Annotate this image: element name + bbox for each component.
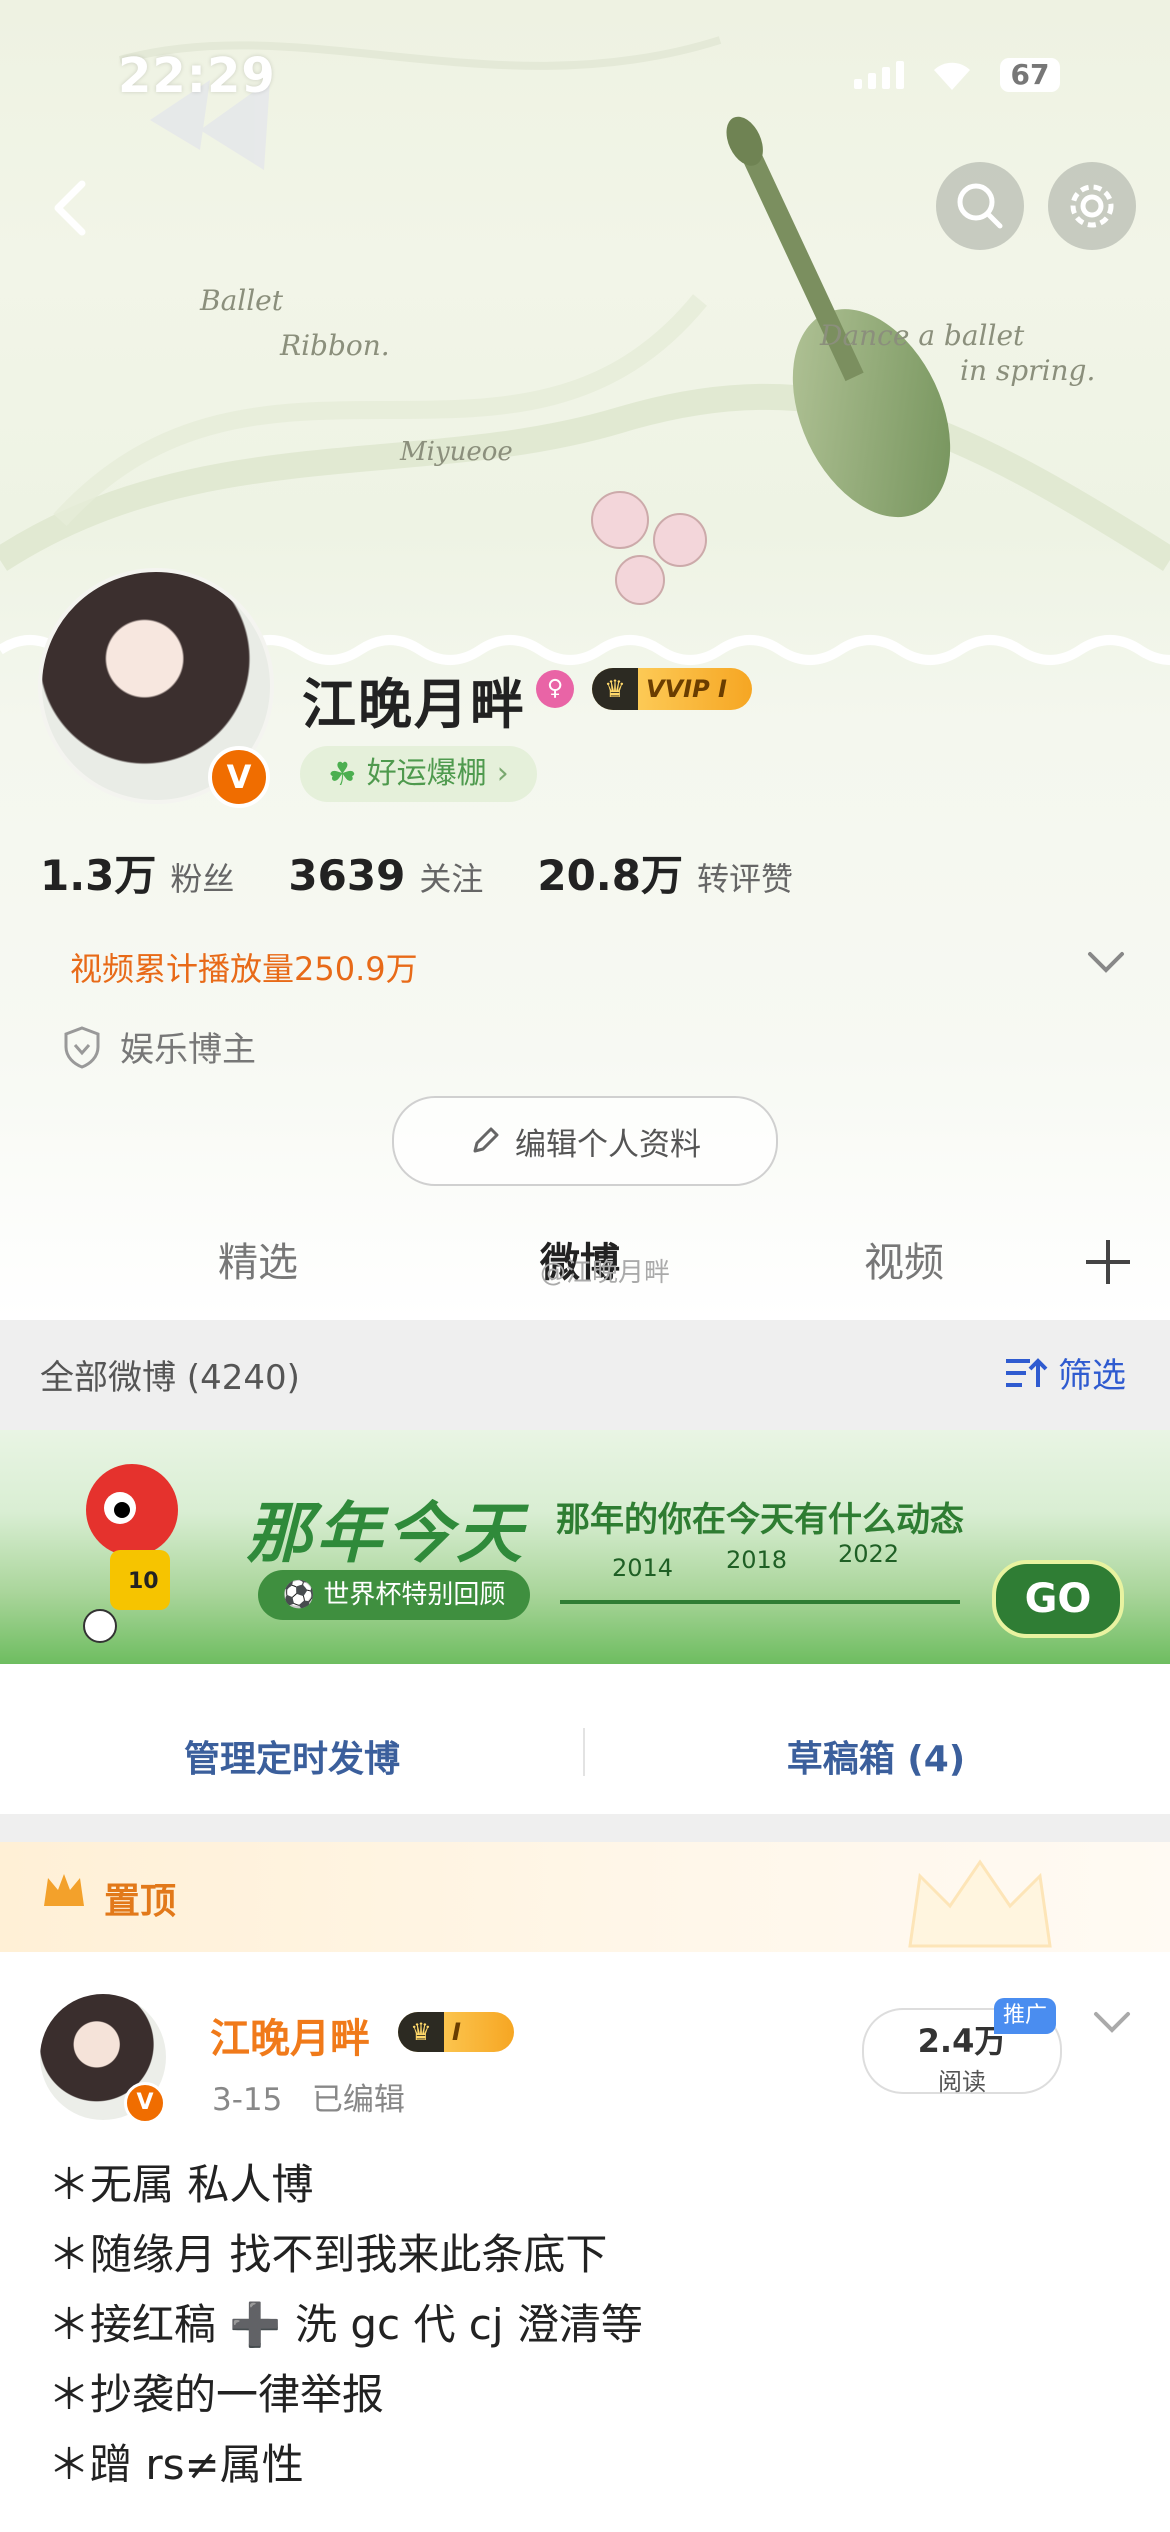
wifi-icon bbox=[934, 62, 970, 90]
post-meta: 3-15 已编辑 bbox=[212, 2074, 405, 2119]
chevron-right-icon: › bbox=[496, 756, 509, 791]
female-gender-icon: ♀ bbox=[536, 670, 574, 708]
year-label: 2022 bbox=[838, 1540, 900, 1568]
chevron-down-icon bbox=[1094, 2012, 1130, 2033]
clover-icon: ☘ bbox=[328, 755, 357, 793]
profile-tabs: 精选 微博 @江晚月畔 视频 bbox=[0, 1208, 1170, 1320]
post-author-name[interactable]: 江晚月畔 bbox=[210, 2006, 370, 2064]
mascot-jersey-number: 10 bbox=[128, 1569, 159, 1594]
post-line: ＊无属 私人博 bbox=[48, 2160, 314, 2209]
post-date: 3-15 bbox=[212, 2082, 283, 2118]
vip-level: I bbox=[452, 2018, 461, 2046]
edit-profile-label: 编辑个人资料 bbox=[515, 1126, 701, 1163]
all-posts-count: 全部微博 (4240) bbox=[40, 1358, 300, 1398]
stat-value: 1.3万 bbox=[40, 851, 157, 900]
scheduled-posts-button[interactable]: 管理定时发博 bbox=[0, 1730, 584, 1782]
post-line: ＊蹭 rs≠属性 bbox=[48, 2440, 304, 2489]
svg-text:Dance a ballet: Dance a ballet bbox=[819, 319, 1025, 352]
profile-stats: 1.3万 粉丝 3639 关注 20.8万 转评赞 bbox=[40, 842, 793, 903]
crown-watermark-icon bbox=[908, 1859, 1052, 1948]
drafts-button[interactable]: 草稿箱 (4) bbox=[584, 1730, 1168, 1782]
profile-name: 江晚月畔 bbox=[302, 673, 526, 736]
vvip-badge[interactable]: ♛ VVIP I bbox=[592, 668, 752, 710]
status-time: 22:29 bbox=[118, 48, 276, 104]
vvip-label: VVIP I bbox=[646, 675, 727, 703]
settings-button[interactable] bbox=[1048, 162, 1136, 250]
post-content: ＊无属 私人博 ＊随缘月 找不到我来此条底下 ＊接红稿 ➕ 洗 gc 代 cj … bbox=[48, 2150, 643, 2500]
blogger-type-label: 娱乐博主 bbox=[120, 1030, 256, 1070]
add-tab-button[interactable] bbox=[1082, 1236, 1134, 1292]
verified-badge: V bbox=[124, 2082, 166, 2124]
luck-label: 好运爆棚 bbox=[366, 756, 487, 791]
banner-tag-label: 世界杯特别回顾 bbox=[323, 1580, 506, 1610]
tab-featured[interactable]: 精选 bbox=[218, 1230, 298, 1288]
expand-button[interactable] bbox=[1086, 950, 1126, 980]
svg-text:in spring.: in spring. bbox=[960, 354, 1095, 387]
post-menu-button[interactable] bbox=[1092, 2010, 1132, 2040]
svg-text:Ribbon.: Ribbon. bbox=[279, 329, 390, 362]
crown-icon bbox=[44, 1874, 84, 1906]
pinned-header: 置顶 bbox=[0, 1842, 1170, 1952]
tab-watermark: @江晚月畔 bbox=[540, 1258, 671, 1288]
chevron-left-icon bbox=[54, 180, 86, 236]
promote-badge[interactable]: 推广 bbox=[994, 1998, 1056, 2034]
post-line: ＊抄袭的一律举报 bbox=[48, 2370, 385, 2419]
gear-icon bbox=[1070, 184, 1114, 228]
chevron-down-icon bbox=[1088, 952, 1124, 973]
tab-video[interactable]: 视频 bbox=[864, 1230, 944, 1288]
banner-subtitle: 那年的你在今天有什么动态 bbox=[556, 1500, 964, 1540]
plus-icon bbox=[1086, 1240, 1130, 1284]
stat-label: 转评赞 bbox=[696, 860, 793, 898]
cellular-signal-icon bbox=[854, 61, 904, 89]
battery-icon: 67 bbox=[1000, 58, 1060, 92]
svg-text:Ballet: Ballet bbox=[199, 284, 284, 317]
on-this-day-banner[interactable]: 10 那年今天 那年的你在今天有什么动态 ⚽ 世界杯特别回顾 2014 2018… bbox=[0, 1430, 1170, 1664]
post-edited: 已编辑 bbox=[311, 2082, 405, 2118]
search-icon bbox=[957, 183, 1003, 229]
section-gap bbox=[0, 1814, 1170, 1842]
stat-label: 粉丝 bbox=[170, 860, 235, 898]
shield-icon bbox=[64, 1025, 100, 1069]
banner-title: 那年今天 bbox=[246, 1495, 526, 1572]
year-label: 2018 bbox=[726, 1546, 788, 1574]
post-line: ＊接红稿 ➕ 洗 gc 代 cj 澄清等 bbox=[48, 2300, 643, 2349]
stat-value: 3639 bbox=[288, 851, 406, 900]
year-label: 2014 bbox=[612, 1554, 674, 1582]
stat-following[interactable]: 3639 关注 bbox=[288, 851, 483, 900]
filter-icon bbox=[1006, 1357, 1048, 1387]
crown-icon: ♛ bbox=[398, 2012, 444, 2052]
post-actions-row: 管理定时发博 草稿箱 (4) bbox=[0, 1690, 1170, 1814]
crown-icon: ♛ bbox=[592, 668, 638, 710]
timeline-line bbox=[560, 1600, 960, 1604]
search-button[interactable] bbox=[936, 162, 1024, 250]
pinned-label: 置顶 bbox=[104, 1881, 177, 1922]
status-icons: 67 bbox=[854, 58, 1060, 92]
blogger-type: 娱乐博主 bbox=[62, 1022, 256, 1071]
banner-tag: ⚽ 世界杯特别回顾 bbox=[258, 1570, 530, 1620]
soccer-ball-icon: ⚽ bbox=[282, 1580, 316, 1610]
author-vip-badge[interactable]: ♛ I bbox=[398, 2012, 514, 2052]
svg-text:Miyueoe: Miyueoe bbox=[399, 437, 513, 467]
mascot-icon: 10 bbox=[83, 1464, 178, 1643]
pencil-icon bbox=[473, 1127, 499, 1153]
verified-badge: V bbox=[208, 746, 270, 808]
profile-header: Ballet Ribbon. Dance a ballet in spring.… bbox=[0, 0, 1170, 1320]
filter-label: 筛选 bbox=[1058, 1356, 1126, 1396]
feed-filter-bar: 全部微博 (4240) 筛选 bbox=[0, 1320, 1170, 1430]
go-button[interactable]: GO bbox=[992, 1560, 1124, 1638]
video-play-count: 视频累计播放量250.9万 bbox=[70, 950, 418, 988]
stat-label: 关注 bbox=[419, 860, 484, 898]
stat-likes[interactable]: 20.8万 转评赞 bbox=[537, 842, 793, 903]
read-count-label: 阅读 bbox=[938, 2068, 986, 2096]
back-button[interactable] bbox=[30, 168, 110, 248]
post-line: ＊随缘月 找不到我来此条底下 bbox=[48, 2230, 608, 2279]
filter-button[interactable]: 筛选 bbox=[1004, 1348, 1126, 1397]
luck-status-button[interactable]: ☘ 好运爆棚 › bbox=[300, 746, 537, 802]
stat-value: 20.8万 bbox=[537, 851, 683, 900]
edit-profile-button[interactable]: 编辑个人资料 bbox=[392, 1096, 778, 1186]
stat-followers[interactable]: 1.3万 粉丝 bbox=[40, 842, 234, 903]
